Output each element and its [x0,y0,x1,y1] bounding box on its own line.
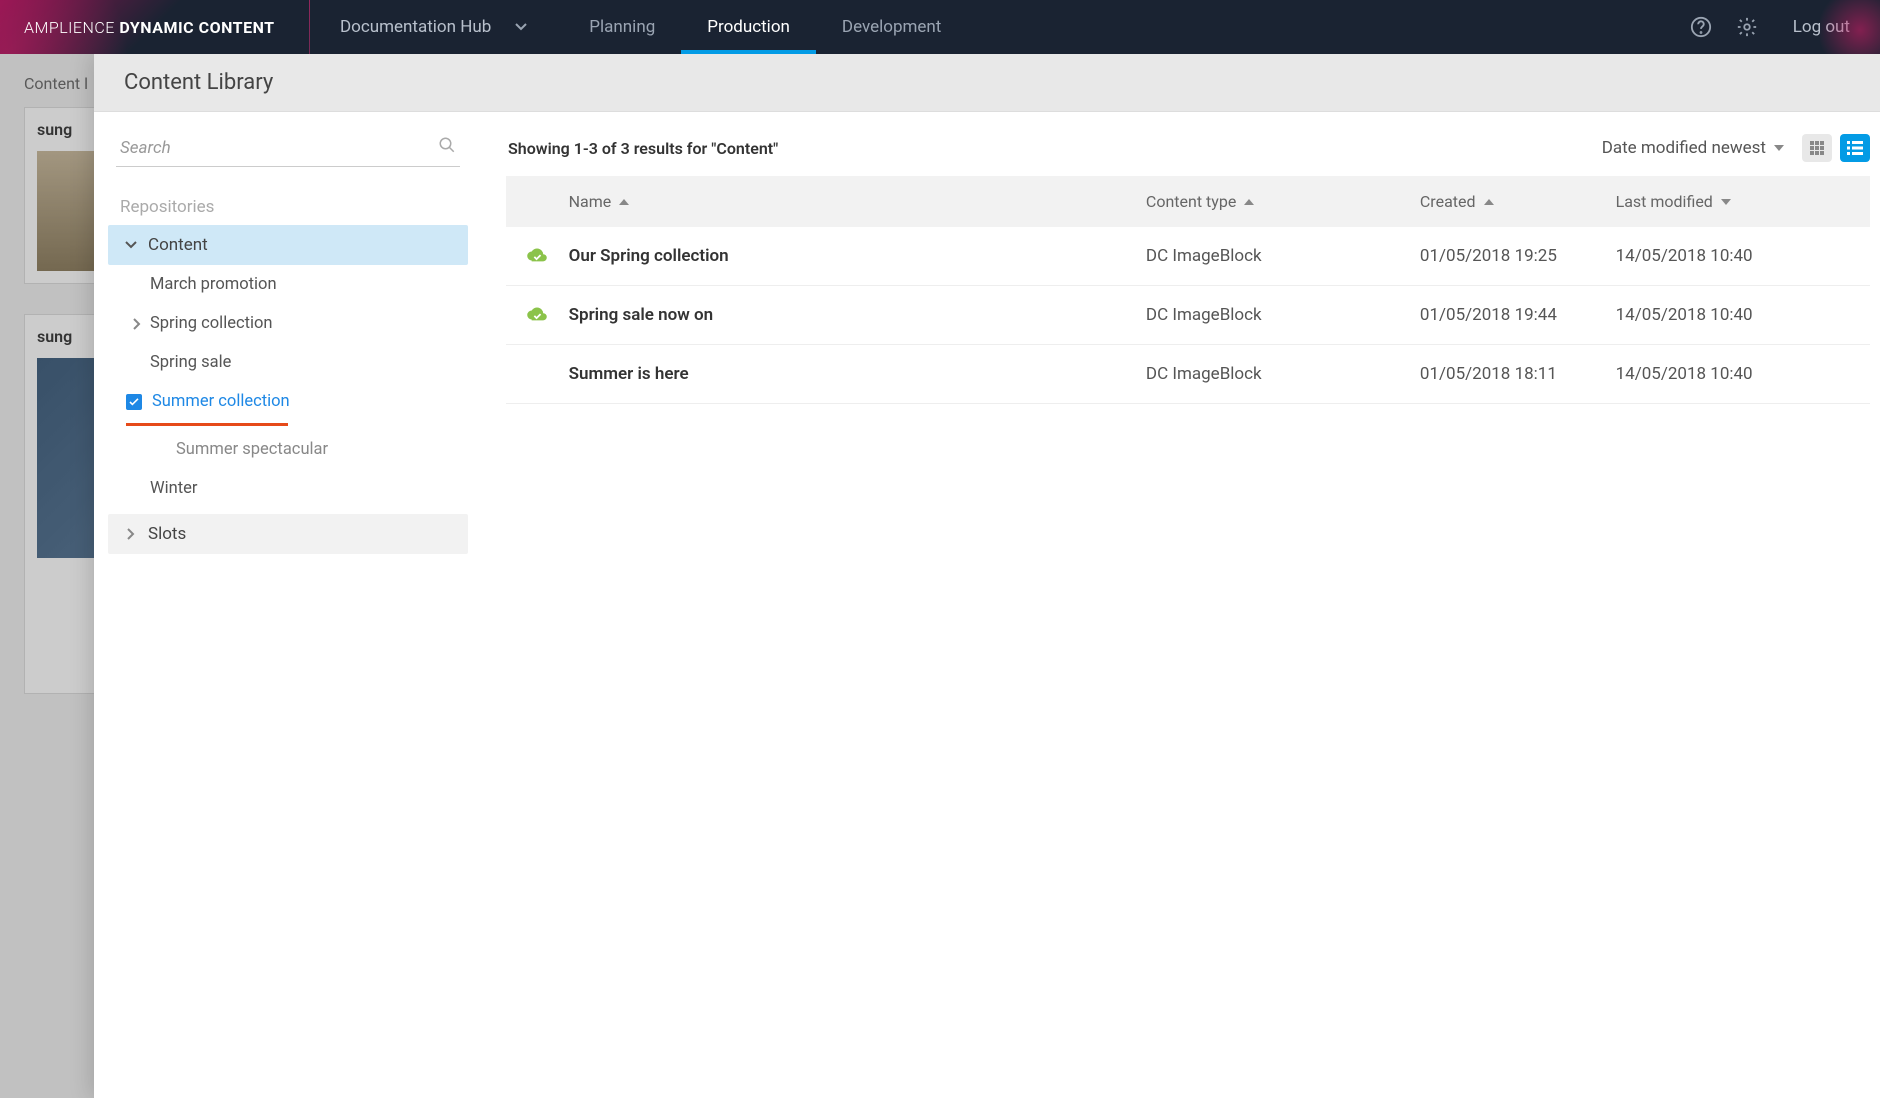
sort-up-icon [619,199,629,205]
view-toggle [1802,134,1870,162]
top-navbar: AMPLIENCE DYNAMIC CONTENT Documentation … [0,0,1880,54]
row-type: DC ImageBlock [1146,305,1420,325]
topbar-nav: Documentation Hub Planning Production De… [310,0,967,54]
tree-summer-spectacular[interactable]: Summer spectacular [108,430,468,469]
sort-up-icon [1484,199,1494,205]
grid-view-button[interactable] [1802,134,1832,162]
settings-button[interactable] [1735,15,1759,39]
row-modified: 14/05/2018 10:40 [1616,305,1870,325]
row-created: 01/05/2018 19:44 [1420,305,1616,325]
column-content-type[interactable]: Content type [1146,192,1420,211]
published-cloud-icon [526,363,548,385]
search-input[interactable] [116,130,460,167]
row-name: Our Spring collection [569,246,1146,266]
tree-slots[interactable]: Slots [108,514,468,554]
tree-winter[interactable]: Winter [108,469,468,508]
table-row[interactable]: Summer is hereDC ImageBlock01/05/2018 18… [506,345,1870,404]
tree-summer-collection[interactable]: Summer collection [108,382,468,421]
row-modified: 14/05/2018 10:40 [1616,364,1870,384]
library-header: Content Library [94,54,1880,112]
search-icon [438,136,456,158]
content-library-panel: Content Library Repositories Content Mar… [94,54,1880,1098]
tab-planning[interactable]: Planning [563,0,681,54]
brand-bold: DYNAMIC CONTENT [119,18,274,37]
help-button[interactable] [1689,15,1713,39]
list-view-button[interactable] [1840,134,1870,162]
annotation-underline [126,423,288,426]
row-name: Spring sale now on [569,305,1146,325]
sort-dropdown[interactable]: Date modified newest [1602,138,1784,158]
tree-spring-sale[interactable]: Spring sale [108,343,468,382]
row-created: 01/05/2018 18:11 [1420,364,1616,384]
topbar-right: Log out [1689,15,1880,39]
chevron-right-icon [130,318,144,330]
help-icon [1690,16,1712,38]
brand-light: AMPLIENCE [24,18,115,37]
checkbox-checked-icon [126,394,142,410]
library-sidebar: Repositories Content March promotion Spr… [94,112,482,1098]
search-field-wrap [116,130,460,167]
tree-march-promotion[interactable]: March promotion [108,265,468,304]
sort-up-icon [1244,199,1254,205]
table-row[interactable]: Spring sale now onDC ImageBlock01/05/201… [506,286,1870,345]
hub-label: Documentation Hub [340,17,491,37]
gear-icon [1736,16,1758,38]
published-cloud-icon [526,304,548,326]
row-name: Summer is here [569,364,1146,384]
row-modified: 14/05/2018 10:40 [1616,246,1870,266]
results-count-text: Showing 1-3 of 3 results for "Content" [508,139,778,158]
chevron-down-icon [122,241,140,249]
grid-icon [1809,140,1825,156]
brand-logo: AMPLIENCE DYNAMIC CONTENT [0,0,310,54]
tab-production[interactable]: Production [681,0,816,54]
tree-content-label: Content [148,235,208,255]
library-main: Showing 1-3 of 3 results for "Content" D… [482,112,1880,1098]
column-created[interactable]: Created [1420,192,1616,211]
column-name[interactable]: Name [569,192,1146,211]
tab-development[interactable]: Development [816,0,967,54]
chevron-right-icon [122,528,140,540]
library-title: Content Library [124,70,273,95]
list-icon [1847,141,1863,155]
row-type: DC ImageBlock [1146,246,1420,266]
column-last-modified[interactable]: Last modified [1616,192,1870,211]
tree-spring-collection[interactable]: Spring collection [108,304,468,343]
sort-label: Date modified newest [1602,138,1766,158]
logout-link[interactable]: Log out [1793,17,1850,37]
repositories-label: Repositories [108,189,468,225]
caret-down-icon [515,23,527,31]
table-row[interactable]: Our Spring collectionDC ImageBlock01/05/… [506,227,1870,286]
row-type: DC ImageBlock [1146,364,1420,384]
published-cloud-icon [526,245,548,267]
tree-content[interactable]: Content [108,225,468,265]
table-header: Name Content type Created Last modified [506,176,1870,227]
row-created: 01/05/2018 19:25 [1420,246,1616,266]
caret-down-icon [1774,145,1784,151]
sort-down-icon [1721,199,1731,205]
hub-dropdown[interactable]: Documentation Hub [310,0,563,54]
results-bar: Showing 1-3 of 3 results for "Content" D… [506,126,1870,176]
